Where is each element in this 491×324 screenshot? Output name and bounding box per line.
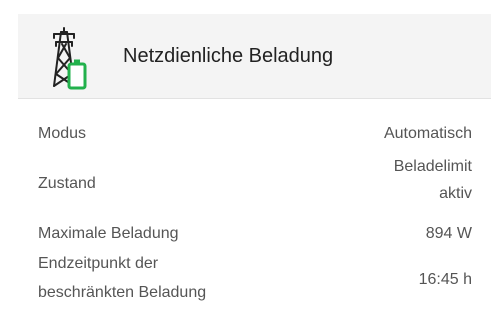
max-charging-value: 894 W <box>425 225 472 242</box>
mode-label: Modus <box>38 125 87 142</box>
list-item-mode: Modus Automatisch <box>38 120 472 147</box>
mode-value: Automatisch <box>383 125 472 142</box>
list-item-state: Zustand Beladelimit aktiv <box>38 153 472 207</box>
card-header: Netzdienliche Beladung <box>18 14 491 99</box>
grid-charging-card: Netzdienliche Beladung Modus Automatisch… <box>0 0 491 324</box>
card-title: Netzdienliche Beladung <box>123 45 334 67</box>
power-pylon-battery-icon <box>48 24 88 92</box>
end-time-value: 16:45 h <box>418 271 472 288</box>
max-charging-label: Maximale Beladung <box>38 225 179 242</box>
state-value: Beladelimit aktiv <box>393 158 472 202</box>
card-body: Modus Automatisch Zustand Beladelimit ak… <box>18 99 491 324</box>
list-item-max-charging: Maximale Beladung 894 W <box>38 220 472 247</box>
list-item-end-time: Endzeitpunkt der beschränkten Beladung 1… <box>38 249 472 309</box>
state-label: Zustand <box>38 175 96 192</box>
end-time-label: Endzeitpunkt der beschränkten Beladung <box>38 255 207 301</box>
